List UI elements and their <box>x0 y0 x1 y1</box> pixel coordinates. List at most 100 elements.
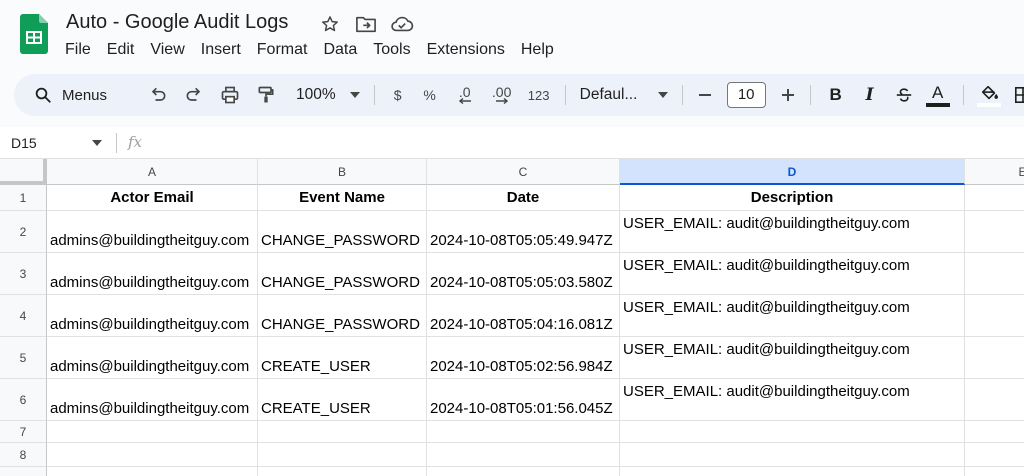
row-header[interactable]: 6 <box>0 379 47 421</box>
paint-format-button[interactable] <box>252 81 280 109</box>
cell[interactable] <box>965 185 1024 211</box>
cell-description[interactable]: USER_EMAIL: audit@buildingtheitguy.com <box>620 337 965 379</box>
header-cell-actor-email[interactable]: Actor Email <box>47 185 258 211</box>
font-family-select[interactable]: Defaul... <box>574 86 674 104</box>
cell-actor-email[interactable]: admins@buildingtheitguy.com <box>47 295 258 337</box>
number-format-button[interactable]: 123 <box>521 81 557 109</box>
cell[interactable] <box>965 443 1024 467</box>
row-header[interactable]: 1 <box>0 185 47 211</box>
font-size-input[interactable]: 10 <box>726 82 766 108</box>
cell-date[interactable]: 2024-10-08T05:04:16.081Z <box>427 295 620 337</box>
undo-button[interactable] <box>144 81 172 109</box>
fill-color-swatch <box>976 102 1001 107</box>
menu-data[interactable]: Data <box>315 39 365 61</box>
increase-font-size-button[interactable] <box>774 81 802 109</box>
cell-description[interactable]: USER_EMAIL: audit@buildingtheitguy.com <box>620 253 965 295</box>
menu-insert[interactable]: Insert <box>193 39 249 61</box>
cell[interactable] <box>47 467 258 476</box>
cloud-saved-icon[interactable] <box>390 12 414 36</box>
row-header[interactable]: 7 <box>0 421 47 443</box>
plus-icon <box>781 89 794 101</box>
cell[interactable] <box>620 421 965 443</box>
column-header-d[interactable]: D <box>620 159 965 185</box>
bold-button[interactable]: B <box>819 81 853 109</box>
cell-description[interactable]: USER_EMAIL: audit@buildingtheitguy.com <box>620 211 965 253</box>
cell[interactable] <box>427 443 620 467</box>
cell[interactable] <box>258 443 427 467</box>
cell-actor-email[interactable]: admins@buildingtheitguy.com <box>47 337 258 379</box>
print-button[interactable] <box>216 81 244 109</box>
fill-color-button[interactable] <box>972 81 1006 109</box>
cell[interactable] <box>965 253 1024 295</box>
cell-date[interactable]: 2024-10-08T05:02:56.984Z <box>427 337 620 379</box>
cell-actor-email[interactable]: admins@buildingtheitguy.com <box>47 379 258 421</box>
menu-help[interactable]: Help <box>513 39 562 61</box>
zoom-select[interactable]: 100% <box>290 86 366 104</box>
cell[interactable] <box>427 421 620 443</box>
decrease-font-size-button[interactable] <box>691 81 719 109</box>
menu-file[interactable]: File <box>57 39 99 61</box>
italic-button[interactable]: I <box>853 81 887 109</box>
decrease-decimal-button[interactable]: .0 <box>447 81 483 109</box>
currency-format-button[interactable]: $ <box>383 81 413 109</box>
cell-date[interactable]: 2024-10-08T05:01:56.045Z <box>427 379 620 421</box>
cell-event-name[interactable]: CHANGE_PASSWORD <box>258 211 427 253</box>
cell[interactable] <box>47 421 258 443</box>
cell-actor-email[interactable]: admins@buildingtheitguy.com <box>47 253 258 295</box>
cell[interactable] <box>965 295 1024 337</box>
menu-extensions[interactable]: Extensions <box>419 39 513 61</box>
document-title[interactable]: Auto - Google Audit Logs <box>66 11 288 34</box>
cell[interactable] <box>47 443 258 467</box>
column-header-a[interactable]: A <box>47 159 258 185</box>
cell-event-name[interactable]: CHANGE_PASSWORD <box>258 253 427 295</box>
cell-event-name[interactable]: CREATE_USER <box>258 337 427 379</box>
cell[interactable] <box>965 467 1024 476</box>
cell[interactable] <box>258 421 427 443</box>
search-menus-button[interactable]: Menus <box>26 80 144 110</box>
row-header[interactable]: 4 <box>0 295 47 337</box>
cell[interactable] <box>965 421 1024 443</box>
cell-description[interactable]: USER_EMAIL: audit@buildingtheitguy.com <box>620 379 965 421</box>
cell[interactable] <box>620 443 965 467</box>
star-icon[interactable] <box>318 12 342 36</box>
formula-divider <box>116 133 117 153</box>
row-header[interactable]: 3 <box>0 253 47 295</box>
header-cell-description[interactable]: Description <box>620 185 965 211</box>
column-header-b[interactable]: B <box>258 159 427 185</box>
toolbar-divider <box>962 85 964 105</box>
header-cell-event-name[interactable]: Event Name <box>258 185 427 211</box>
name-box[interactable]: D15 <box>0 127 112 158</box>
cell[interactable] <box>427 467 620 476</box>
increase-decimal-button[interactable]: .00 <box>483 81 521 109</box>
select-all-corner[interactable] <box>0 159 47 185</box>
cell[interactable] <box>965 211 1024 253</box>
menu-format[interactable]: Format <box>249 39 316 61</box>
cell-event-name[interactable]: CREATE_USER <box>258 379 427 421</box>
row-header[interactable] <box>0 467 47 476</box>
menu-tools[interactable]: Tools <box>365 39 418 61</box>
text-color-button[interactable]: A <box>921 81 955 109</box>
row-header[interactable]: 8 <box>0 443 47 467</box>
borders-button[interactable] <box>1006 81 1024 109</box>
menu-view[interactable]: View <box>142 39 192 61</box>
cell[interactable] <box>965 337 1024 379</box>
cell-event-name[interactable]: CHANGE_PASSWORD <box>258 295 427 337</box>
move-folder-icon[interactable] <box>354 12 378 36</box>
cell-actor-email[interactable]: admins@buildingtheitguy.com <box>47 211 258 253</box>
row-header[interactable]: 5 <box>0 337 47 379</box>
percent-format-button[interactable]: % <box>413 81 447 109</box>
strikethrough-button[interactable] <box>887 81 921 109</box>
column-header-c[interactable]: C <box>427 159 620 185</box>
redo-button[interactable] <box>180 81 208 109</box>
cell[interactable] <box>965 379 1024 421</box>
cell[interactable] <box>620 467 965 476</box>
menu-edit[interactable]: Edit <box>99 39 143 61</box>
cell-date[interactable]: 2024-10-08T05:05:03.580Z <box>427 253 620 295</box>
cell-date[interactable]: 2024-10-08T05:05:49.947Z <box>427 211 620 253</box>
sheets-logo-icon[interactable] <box>20 14 48 54</box>
column-header-e[interactable]: E <box>965 159 1024 185</box>
row-header[interactable]: 2 <box>0 211 47 253</box>
cell-description[interactable]: USER_EMAIL: audit@buildingtheitguy.com <box>620 295 965 337</box>
header-cell-date[interactable]: Date <box>427 185 620 211</box>
cell[interactable] <box>258 467 427 476</box>
